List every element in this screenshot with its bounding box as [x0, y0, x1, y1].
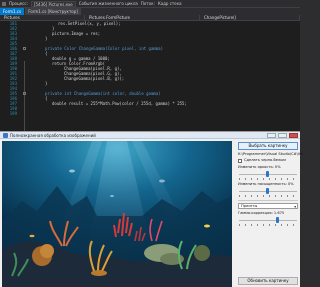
- lifecycle-events-label[interactable]: События жизненного цикла: [79, 1, 138, 7]
- pick-image-button[interactable]: Выбрать картинку: [238, 142, 298, 150]
- separator: [238, 200, 298, 201]
- window-controls: [267, 133, 298, 138]
- preset-dropdown-value: Пресеты: [241, 204, 258, 208]
- collapse-toggle[interactable]: [23, 92, 26, 95]
- process-icon: [2, 1, 6, 6]
- maximize-button[interactable]: [278, 133, 287, 138]
- app-icon: [3, 133, 8, 138]
- saturation-ticks: [239, 195, 297, 197]
- underwater-scene-image: [2, 141, 232, 287]
- gamma-track: [239, 220, 297, 221]
- saturation-label: Изменить насыщенность: 0%: [238, 182, 294, 186]
- code-editor[interactable]: 181 res.SetPixel(x, y, pixel); 182} 183 pi…: [0, 21, 300, 141]
- process-combo[interactable]: [5436] Pictures.exe: [30, 0, 76, 7]
- code-line: 199: [0, 111, 300, 116]
- stack-frame-label[interactable]: Кадр стека: [158, 1, 182, 7]
- line-number: 199: [9, 111, 17, 116]
- picture-form-window: Полноэкранная обработка изображений Выбр…: [0, 131, 304, 287]
- picture-box: [2, 141, 232, 287]
- preset-dropdown[interactable]: Пресеты ▾: [238, 203, 298, 209]
- minimize-button[interactable]: [267, 133, 276, 138]
- refresh-image-button[interactable]: Обновить картинку: [238, 277, 298, 285]
- brightness-label: Изменить яркость: 0%: [238, 165, 281, 169]
- brightness-ticks: [239, 178, 297, 180]
- controls-panel: Выбрать картинку К:\Programmer\Visual St…: [236, 141, 304, 287]
- debug-toolbar: Процесс: [5436] Pictures.exe События жиз…: [0, 0, 300, 8]
- form-titlebar[interactable]: Полноэкранная обработка изображений: [0, 132, 300, 139]
- gamma-ticks: [239, 224, 297, 226]
- thread-label[interactable]: Поток:: [141, 1, 155, 7]
- file-path-label: К:\Programmer\Visual Studio\C#\Vis: [238, 152, 304, 156]
- brightness-slider[interactable]: [266, 171, 269, 177]
- tab-form1-designer[interactable]: Form1.cs [Конструктор]: [25, 8, 81, 15]
- saturation-slider[interactable]: [266, 188, 269, 194]
- grayscale-checkbox[interactable]: [238, 159, 242, 163]
- collapse-toggle[interactable]: [23, 47, 26, 50]
- grayscale-label: Сделать черно-белым: [244, 158, 286, 162]
- gamma-label: Гамма-коррекция: 1.675: [238, 211, 285, 215]
- close-button[interactable]: [289, 133, 298, 138]
- process-label: Процесс:: [9, 0, 28, 6]
- form-title: Полноэкранная обработка изображений: [10, 133, 96, 138]
- chevron-down-icon: ▾: [294, 205, 296, 209]
- tab-form1-cs[interactable]: Form1.cs: [0, 8, 25, 15]
- document-tabs: Form1.cs Form1.cs [Конструктор]: [0, 8, 300, 15]
- gamma-slider[interactable]: [276, 217, 279, 223]
